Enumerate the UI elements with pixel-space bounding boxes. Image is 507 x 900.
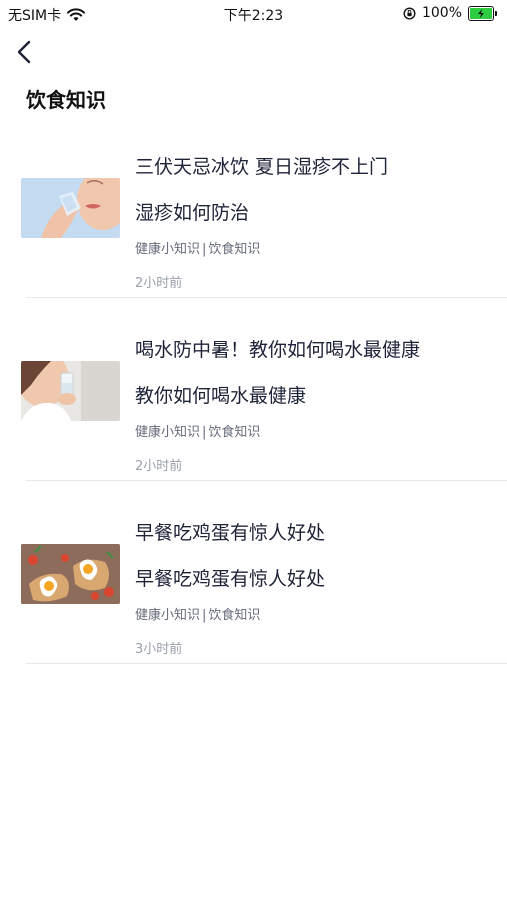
tag-separator: | bbox=[202, 242, 207, 257]
article-subtitle[interactable]: 教你如何喝水最健康 bbox=[135, 381, 306, 408]
tag-label: 健康小知识 bbox=[135, 425, 201, 440]
article-title[interactable]: 喝水防中暑！教你如何喝水最健康 bbox=[135, 335, 420, 362]
article-thumbnail bbox=[21, 361, 120, 421]
article-thumbnail bbox=[21, 178, 120, 238]
rotation-lock-icon bbox=[403, 6, 416, 20]
article-time: 2小时前 bbox=[135, 276, 183, 291]
article-title[interactable]: 三伏天忌冰饮 夏日湿疹不上门 bbox=[135, 152, 388, 179]
tag-label: 饮食知识 bbox=[208, 425, 261, 440]
tag-label: 饮食知识 bbox=[208, 242, 261, 257]
tag-separator: | bbox=[202, 608, 207, 623]
article-card[interactable]: 喝水防中暑！教你如何喝水最健康 教你如何喝水最健康 健康小知识 | 饮食知识 2小时… bbox=[0, 321, 507, 504]
article-title[interactable]: 早餐吃鸡蛋有惊人好处 bbox=[135, 518, 325, 545]
back-button[interactable] bbox=[14, 38, 38, 66]
divider bbox=[26, 297, 507, 298]
article-subtitle[interactable]: 湿疹如何防治 bbox=[135, 198, 249, 225]
divider bbox=[26, 480, 507, 481]
chevron-left-icon bbox=[17, 40, 31, 64]
tag-label: 健康小知识 bbox=[135, 242, 201, 257]
tag-separator: | bbox=[202, 425, 207, 440]
article-time: 2小时前 bbox=[135, 459, 183, 474]
battery-percent: 100% bbox=[421, 5, 462, 21]
article-subtitle[interactable]: 早餐吃鸡蛋有惊人好处 bbox=[135, 564, 325, 591]
article-tags: 健康小知识 | 饮食知识 bbox=[135, 604, 260, 623]
tag-label: 健康小知识 bbox=[135, 608, 201, 623]
status-bar: 无SIM卡 下午2:23 100% bbox=[0, 0, 507, 28]
status-right: 100% bbox=[403, 5, 497, 21]
article-tags: 健康小知识 | 饮食知识 bbox=[135, 238, 260, 257]
article-list: 三伏天忌冰饮 夏日湿疹不上门 湿疹如何防治 健康小知识 | 饮食知识 2小时前 喝水… bbox=[0, 138, 507, 687]
article-thumbnail bbox=[21, 544, 120, 604]
article-card[interactable]: 三伏天忌冰饮 夏日湿疹不上门 湿疹如何防治 健康小知识 | 饮食知识 2小时前 bbox=[0, 138, 507, 321]
page-title: 饮食知识 bbox=[26, 88, 106, 112]
article-time: 3小时前 bbox=[135, 642, 183, 657]
divider bbox=[26, 663, 507, 664]
tag-label: 饮食知识 bbox=[208, 608, 261, 623]
article-tags: 健康小知识 | 饮食知识 bbox=[135, 421, 260, 440]
battery-icon bbox=[468, 5, 497, 21]
article-card[interactable]: 早餐吃鸡蛋有惊人好处 早餐吃鸡蛋有惊人好处 健康小知识 | 饮食知识 3小时前 bbox=[0, 504, 507, 687]
